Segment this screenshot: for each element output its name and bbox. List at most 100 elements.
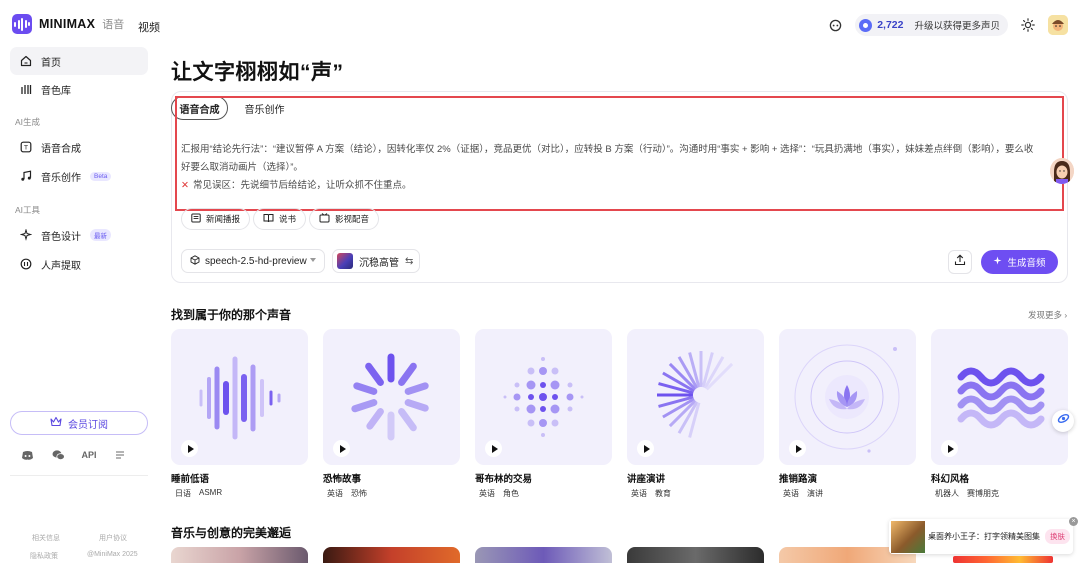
discover-more-link[interactable]: 发现更多 › [1028, 309, 1067, 321]
music-card[interactable] [323, 547, 460, 563]
text-editor[interactable]: 汇报用“结论先行法”：“建议暂停 A 方案（结论），因转化率仅 2%（证据），竞… [181, 141, 1036, 195]
sidebar-item-music-creation[interactable]: 音乐创作 Beta [10, 162, 148, 190]
ad-button[interactable]: 换肤 [1045, 529, 1070, 544]
float-helper-button[interactable] [1052, 410, 1074, 432]
card-title: 科幻风格 [931, 474, 970, 485]
logo-icon [12, 14, 32, 34]
cube-icon [190, 254, 200, 268]
assistant-avatar[interactable] [1050, 158, 1074, 184]
music-card[interactable] [171, 547, 308, 563]
editor-paragraph-note: ✕ 常见误区：先说细节后给结论，让听众抓不住重点。 [181, 177, 1036, 195]
music-icon [19, 170, 32, 183]
play-icon[interactable] [789, 440, 806, 457]
model-name: speech-2.5-hd-preview [205, 255, 307, 267]
card-tags: 英语 教育 [631, 488, 671, 499]
tag: 恐怖 [351, 489, 367, 498]
sidebar-divider [10, 475, 148, 476]
chip-film-dubbing[interactable]: 影视配音 [309, 208, 380, 230]
voice-card-scifi[interactable] [931, 329, 1068, 465]
card-title: 讲座演讲 [627, 474, 666, 485]
sidebar-item-voice-design[interactable]: 音色设计 最新 [10, 221, 148, 249]
vip-label: 会员订阅 [68, 419, 108, 431]
brand-name: MINIMAX [39, 17, 96, 31]
card-title: 睡前低语 [171, 474, 210, 485]
chip-news-broadcast[interactable]: 新闻播报 [181, 208, 251, 230]
ad-popup[interactable]: 桌面养小王子：打字领精美图集 换肤 [889, 519, 1073, 554]
discord-icon[interactable] [20, 448, 34, 462]
upload-button[interactable] [948, 250, 972, 274]
generate-audio-button[interactable]: 生成音频 [981, 250, 1058, 274]
sidebar: 首页 音色库 AI生成 T 语音合成 音乐创作 Beta AI工具 音色设计 最… [0, 44, 160, 563]
sidebar-item-voice-library[interactable]: 音色库 [10, 75, 148, 103]
card-tags: 日语 ASMR [175, 488, 222, 499]
play-icon[interactable] [485, 440, 502, 457]
ad-banner-strip[interactable] [953, 556, 1053, 563]
svg-text:T: T [23, 144, 28, 152]
news-icon [191, 213, 201, 225]
chip-label: 新闻播报 [206, 214, 241, 224]
theme-toggle-icon[interactable] [1018, 15, 1038, 35]
page-title: 让文字栩栩如“声” [171, 61, 344, 84]
tag: 日语 [175, 489, 191, 498]
tag: 角色 [503, 489, 519, 498]
sidebar-item-home[interactable]: 首页 [10, 47, 148, 75]
footer-copyright: @MiniMax 2025 [87, 551, 138, 558]
music-card[interactable] [627, 547, 764, 563]
brand-sub: 语音 [102, 19, 125, 31]
footer-related-link[interactable]: 相关信息 [32, 533, 60, 543]
voice-card-goblin[interactable] [475, 329, 612, 465]
sidebar-item-speech-synthesis[interactable]: T 语音合成 [10, 133, 148, 161]
home-icon [19, 55, 32, 68]
sidebar-item-label: 音乐创作 [41, 172, 81, 184]
ad-image [891, 520, 925, 553]
sidebar-item-label: 首页 [41, 57, 61, 69]
voice-card-lecture[interactable] [627, 329, 764, 465]
orbit-icon [1057, 412, 1070, 430]
card-tags: 英语 演讲 [783, 488, 823, 499]
voice-design-icon [19, 229, 32, 242]
close-icon[interactable]: × [1069, 517, 1078, 526]
docs-icon[interactable] [113, 448, 127, 462]
sidebar-item-vocal-extract[interactable]: 人声提取 [10, 250, 148, 278]
voice-select[interactable]: 沉稳高管 ⇆ [332, 249, 420, 273]
tag: 教育 [655, 489, 671, 498]
play-icon[interactable] [181, 440, 198, 457]
top-bar: MINIMAX 语音 视频 2,722 升级以获得更多声贝 [0, 0, 1080, 50]
library-icon [19, 83, 32, 96]
play-icon[interactable] [941, 440, 958, 457]
card-title: 哥布林的交易 [475, 474, 533, 485]
tag: ASMR [199, 488, 223, 497]
nav-video-link[interactable]: 视频 [138, 19, 160, 35]
play-icon[interactable] [333, 440, 350, 457]
support-icon[interactable] [825, 15, 845, 35]
sidebar-item-label: 音色库 [41, 85, 71, 97]
voice-card-bedtime[interactable] [171, 329, 308, 465]
music-card[interactable] [475, 547, 612, 563]
chip-storytelling[interactable]: 说书 [253, 208, 307, 230]
play-icon[interactable] [637, 440, 654, 457]
tag: 演讲 [807, 489, 823, 498]
api-link[interactable]: API [82, 448, 97, 462]
card-tags: 英语 恐怖 [327, 488, 367, 499]
voice-card-horror[interactable] [323, 329, 460, 465]
upgrade-link[interactable]: 升级以获得更多声贝 [914, 18, 1000, 32]
voice-card-pitch[interactable] [779, 329, 916, 465]
footer-privacy-link[interactable]: 隐私政策 [30, 551, 58, 561]
model-select[interactable]: speech-2.5-hd-preview [181, 249, 325, 273]
upload-icon [954, 253, 966, 271]
card-tags: 机器人 赛博朋克 [935, 488, 999, 499]
chip-label: 说书 [279, 214, 297, 224]
speech-icon: T [19, 141, 32, 154]
credits-pill[interactable]: 2,722 升级以获得更多声贝 [855, 14, 1008, 36]
brand-logo[interactable]: MINIMAX 语音 [12, 14, 124, 34]
wechat-icon[interactable] [51, 448, 65, 462]
sidebar-item-label: 音色设计 [41, 231, 81, 243]
sparkle-icon [993, 256, 1002, 268]
voice-name: 沉稳高管 [359, 257, 399, 269]
sidebar-item-label: 语音合成 [41, 143, 81, 155]
footer-agreement-link[interactable]: 用户协议 [99, 533, 127, 543]
editor-note-text: 常见误区：先说细节后给结论，让听众抓不住重点。 [192, 180, 412, 191]
chevron-down-icon [310, 258, 316, 262]
user-avatar[interactable] [1048, 15, 1068, 35]
vip-subscribe-button[interactable]: 会员订阅 [10, 411, 148, 435]
